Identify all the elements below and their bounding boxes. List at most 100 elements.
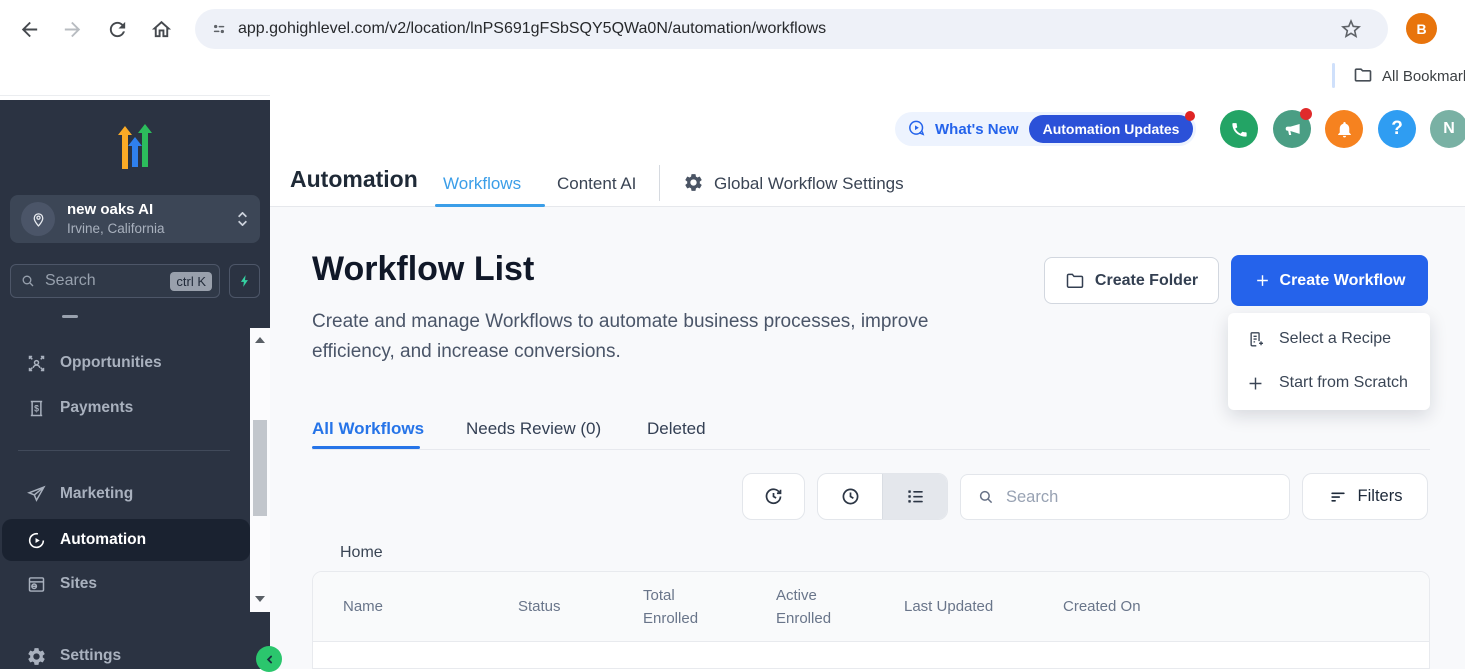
help-button[interactable]: ?: [1378, 110, 1416, 148]
sidebar-item-settings[interactable]: Settings: [0, 635, 250, 669]
sites-icon: [26, 574, 47, 595]
sidebar-item-marketing[interactable]: Marketing: [0, 473, 250, 515]
gohighlevel-logo: [110, 121, 160, 171]
automation-updates-badge[interactable]: Automation Updates: [1029, 115, 1194, 143]
filters-button[interactable]: Filters: [1302, 473, 1428, 520]
column-header-status[interactable]: Status: [518, 595, 643, 618]
view-toggle-group: [817, 473, 948, 520]
whats-new-label: What's New: [935, 121, 1019, 138]
sidebar-item-automation[interactable]: Automation: [2, 519, 250, 561]
location-switcher[interactable]: new oaks AI Irvine, California: [10, 195, 260, 243]
user-avatar[interactable]: N: [1430, 110, 1465, 148]
scrollbar-thumb[interactable]: [253, 420, 267, 516]
payments-icon: $: [26, 398, 47, 419]
menu-item-select-recipe[interactable]: Select a Recipe: [1228, 317, 1430, 361]
create-workflow-label: Create Workflow: [1280, 272, 1406, 290]
header-divider: [659, 165, 660, 201]
execution-logs-button[interactable]: [742, 473, 805, 520]
tab-all-workflows[interactable]: All Workflows: [312, 419, 424, 439]
sidebar-item-label: Automation: [60, 531, 146, 549]
phone-button[interactable]: [1220, 110, 1258, 148]
list-icon: [904, 485, 927, 508]
tab-deleted[interactable]: Deleted: [647, 419, 706, 439]
sidebar: new oaks AI Irvine, California ctrl K Op…: [0, 100, 270, 669]
menu-item-start-from-scratch[interactable]: Start from Scratch: [1228, 361, 1430, 405]
tabs-bottom-border: [312, 449, 1430, 450]
account-location: Irvine, California: [67, 220, 165, 238]
bookmarks-folder-icon[interactable]: [1353, 65, 1373, 85]
sidebar-item-payments[interactable]: $ Payments: [0, 387, 250, 429]
search-icon: [20, 273, 36, 289]
browser-toolbar: app.gohighlevel.com/v2/location/lnPS691g…: [0, 0, 1465, 96]
question-mark-icon: ?: [1391, 118, 1403, 140]
app-header: What's New Automation Updates ? N Automa…: [270, 95, 1465, 207]
global-workflow-settings-link[interactable]: Global Workflow Settings: [714, 174, 904, 194]
sidebar-search-input[interactable]: [43, 271, 147, 291]
history-clock-icon: [762, 485, 785, 508]
plus-icon: [1254, 272, 1271, 289]
location-switcher-chevrons-icon[interactable]: [237, 212, 248, 226]
automation-icon: [26, 530, 47, 551]
announcements-button[interactable]: [1273, 110, 1311, 148]
column-header-active-enrolled[interactable]: Active Enrolled: [776, 584, 904, 630]
sidebar-divider: [18, 450, 230, 451]
workflow-list-page: Workflow List Create and manage Workflow…: [270, 207, 1465, 669]
browser-forward-icon[interactable]: [61, 18, 84, 41]
opportunities-icon: [26, 353, 47, 374]
create-folder-button[interactable]: Create Folder: [1044, 257, 1219, 304]
scrollbar-up-arrow[interactable]: [255, 337, 265, 343]
menu-item-label: Start from Scratch: [1279, 374, 1408, 392]
column-header-total-enrolled[interactable]: Total Enrolled: [643, 584, 776, 630]
lightning-icon: [238, 273, 252, 289]
sidebar-item-label: Settings: [60, 647, 121, 665]
column-header-created-on[interactable]: Created On: [1063, 595, 1141, 618]
workflow-table: Name Status Total Enrolled Active Enroll…: [312, 571, 1430, 669]
all-bookmarks-label[interactable]: All Bookmarks: [1382, 68, 1465, 85]
notifications-button[interactable]: [1325, 110, 1363, 148]
search-shortcut-badge: ctrl K: [170, 272, 212, 291]
tab-content-ai[interactable]: Content AI: [557, 174, 636, 194]
site-settings-icon[interactable]: [209, 19, 229, 39]
search-icon: [977, 488, 995, 506]
sidebar-search[interactable]: ctrl K: [10, 264, 220, 298]
column-header-name[interactable]: Name: [343, 595, 518, 618]
clock-icon: [839, 485, 862, 508]
url-text: app.gohighlevel.com/v2/location/lnPS691g…: [238, 20, 826, 38]
chevron-left-icon: [263, 653, 276, 666]
browser-back-icon[interactable]: [18, 18, 41, 41]
plus-icon: [1246, 374, 1265, 393]
sidebar-item-label: Sites: [60, 575, 97, 593]
breadcrumb-home[interactable]: Home: [340, 544, 383, 562]
browser-home-icon[interactable]: [150, 18, 173, 41]
workflow-search-input[interactable]: [1004, 487, 1268, 508]
workflow-search[interactable]: [960, 474, 1290, 520]
workflow-list-description: Create and manage Workflows to automate …: [312, 307, 1012, 367]
address-bar[interactable]: app.gohighlevel.com/v2/location/lnPS691g…: [195, 9, 1388, 49]
whats-new-icon: [907, 119, 927, 139]
sidebar-item-label: Marketing: [60, 485, 133, 503]
bell-icon: [1335, 120, 1354, 139]
list-view-button[interactable]: [882, 474, 947, 519]
avatar-initial: N: [1443, 120, 1455, 138]
quick-actions-button[interactable]: [229, 264, 260, 298]
scrollbar-down-arrow[interactable]: [255, 596, 265, 602]
menu-item-label: Select a Recipe: [1279, 330, 1391, 348]
folder-icon: [1065, 271, 1085, 291]
notification-dot: [1300, 108, 1312, 120]
whats-new-pill[interactable]: What's New Automation Updates: [895, 112, 1196, 146]
time-view-button[interactable]: [818, 474, 882, 519]
tab-needs-review[interactable]: Needs Review (0): [466, 419, 601, 439]
filter-icon: [1328, 487, 1348, 507]
column-header-last-updated[interactable]: Last Updated: [904, 595, 1063, 618]
browser-reload-icon[interactable]: [106, 18, 129, 41]
browser-profile-avatar[interactable]: B: [1406, 13, 1437, 44]
global-settings-gear-icon[interactable]: [683, 172, 704, 193]
bookmark-star-icon[interactable]: [1339, 17, 1363, 41]
notification-dot: [1185, 111, 1195, 121]
create-workflow-button[interactable]: Create Workflow: [1231, 255, 1428, 306]
sidebar-collapse-button[interactable]: [256, 646, 282, 672]
sidebar-item-label: Opportunities: [60, 354, 162, 372]
tab-workflows[interactable]: Workflows: [443, 174, 521, 194]
sidebar-item-opportunities[interactable]: Opportunities: [0, 342, 250, 384]
sidebar-item-sites[interactable]: Sites: [0, 563, 250, 605]
